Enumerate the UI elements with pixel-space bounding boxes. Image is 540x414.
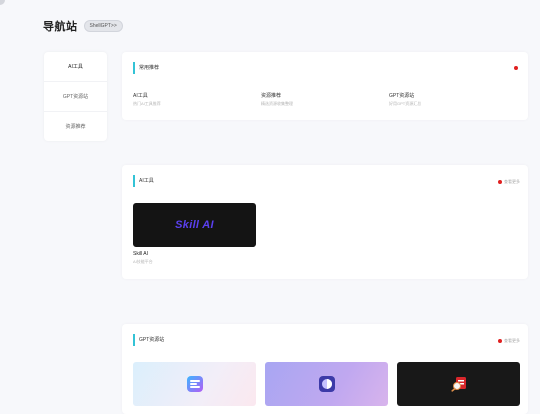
tool-name: Skill AI xyxy=(133,251,149,257)
link-title: 资源推荐 xyxy=(261,93,282,99)
shellgpt-link[interactable]: ShellGPT>> xyxy=(83,20,123,32)
window-corner xyxy=(0,0,5,5)
resource-thumbnail xyxy=(133,362,256,406)
tool-thumbnail: Skill AI xyxy=(133,203,256,247)
resource-thumbnail xyxy=(265,362,388,406)
link-gpt-resources[interactable]: GPT资源站 好用GPT资源汇总 xyxy=(389,92,517,107)
sidebar-item-gpt-resources[interactable]: GPT资源站 xyxy=(44,82,107,112)
link-desc: 好用GPT资源汇总 xyxy=(389,101,422,106)
sidebar-item-recommended[interactable]: 资源推荐 xyxy=(44,112,107,141)
section-title: AI工具 xyxy=(133,175,154,187)
link-ai-tools[interactable]: AI工具 热门AI工具推荐 xyxy=(133,92,261,107)
sidebar: AI工具 GPT资源站 资源推荐 xyxy=(44,52,107,141)
link-desc: 热门AI工具推荐 xyxy=(133,101,161,106)
section-common: 常用推荐 AI工具 热门AI工具推荐 资源推荐 精选资源收集整理 GPT资源站 … xyxy=(122,52,528,120)
resource-thumbnail xyxy=(397,362,520,406)
more-link[interactable]: 查看更多 xyxy=(498,338,520,344)
app-logo-icon xyxy=(186,376,203,392)
notification-dot-icon xyxy=(498,180,502,184)
link-desc: 精选资源收集整理 xyxy=(261,101,293,106)
section-gpt-resources: GPT资源站 查看更多 xyxy=(122,324,528,414)
section-title: 常用推荐 xyxy=(133,62,159,74)
link-title: GPT资源站 xyxy=(389,93,415,99)
section-ai-tools: AI工具 查看更多 Skill AI Skill AI AI技能平台 xyxy=(122,165,528,279)
page-header: 导航站 ShellGPT>> xyxy=(43,18,123,34)
notification-dot-icon xyxy=(514,66,518,70)
magnifier-logo-icon xyxy=(450,377,466,392)
more-link[interactable]: 查看更多 xyxy=(498,179,520,185)
more-label: 查看更多 xyxy=(504,338,520,343)
circle-logo-icon xyxy=(318,376,335,392)
notification-dot-icon xyxy=(498,339,502,343)
tool-card-skill-ai[interactable]: Skill AI Skill AI AI技能平台 xyxy=(133,203,256,265)
link-resources[interactable]: 资源推荐 精选资源收集整理 xyxy=(261,92,389,107)
resource-card-3[interactable] xyxy=(397,362,520,406)
resource-card-2[interactable] xyxy=(265,362,388,406)
link-title: AI工具 xyxy=(133,93,148,99)
tool-desc: AI技能平台 xyxy=(133,259,153,264)
skill-ai-logo: Skill AI xyxy=(175,219,214,231)
site-title: 导航站 xyxy=(43,21,78,33)
section-title: GPT资源站 xyxy=(133,334,164,346)
notification-action[interactable] xyxy=(514,66,520,70)
resource-card-1[interactable] xyxy=(133,362,256,406)
more-label: 查看更多 xyxy=(504,179,520,184)
sidebar-item-ai-tools[interactable]: AI工具 xyxy=(44,52,107,82)
